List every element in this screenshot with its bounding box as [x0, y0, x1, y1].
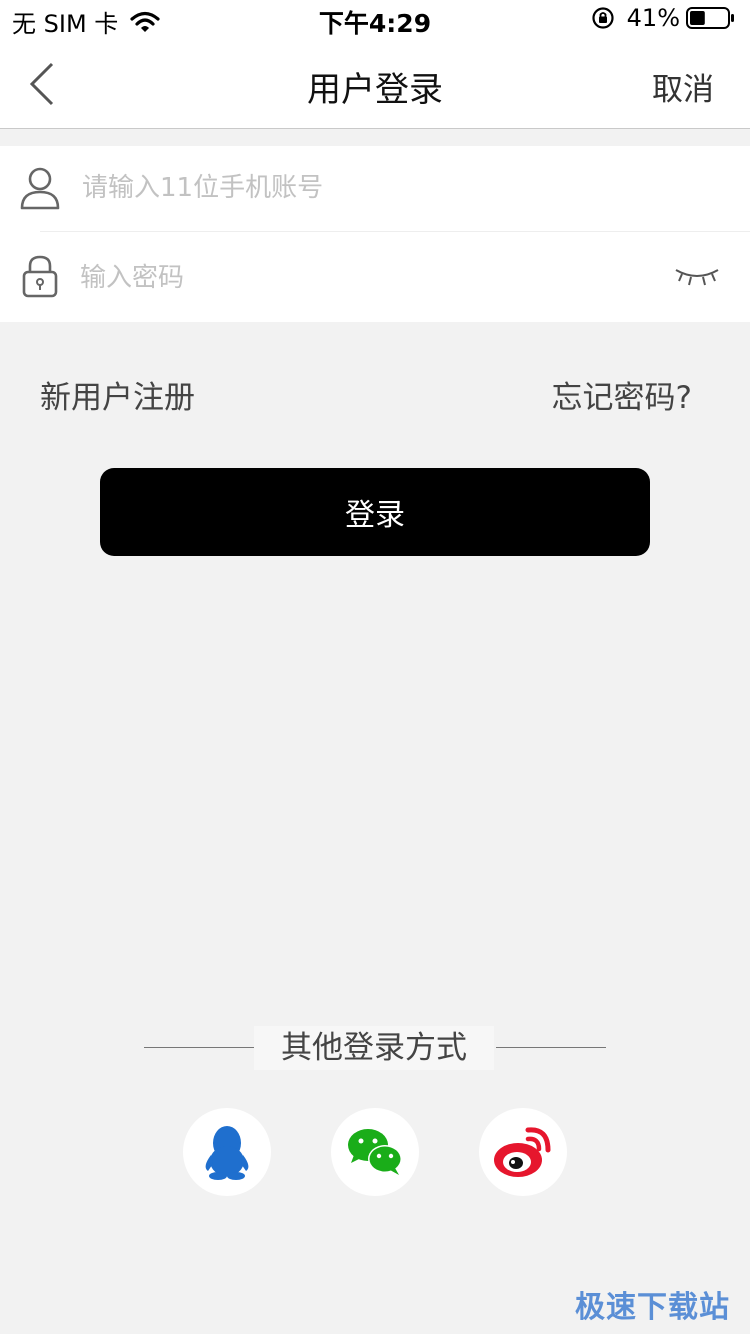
- login-button[interactable]: 登录: [100, 468, 650, 556]
- password-field: [0, 232, 750, 322]
- user-icon: [20, 167, 60, 210]
- login-form: [0, 146, 750, 322]
- wechat-login-button[interactable]: [331, 1108, 419, 1196]
- qq-icon: [205, 1126, 249, 1180]
- account-field: [0, 146, 750, 232]
- lock-icon: [22, 255, 58, 298]
- auth-links: 新用户注册 忘记密码?: [0, 372, 750, 422]
- register-link[interactable]: 新用户注册: [40, 372, 195, 417]
- divider-line-left: [144, 1047, 254, 1048]
- page-title: 用户登录: [307, 70, 443, 110]
- weibo-icon: [494, 1127, 551, 1177]
- watermark: 极速下载站: [575, 1290, 730, 1325]
- battery-icon: [686, 7, 734, 29]
- account-input[interactable]: [82, 164, 642, 212]
- status-right: 41%: [591, 4, 736, 32]
- other-login-header: 其他登录方式: [0, 1026, 750, 1070]
- divider-line-right: [496, 1047, 606, 1048]
- navigation-bar: 用户登录 取消: [0, 40, 750, 129]
- qq-login-button[interactable]: [183, 1108, 271, 1196]
- wechat-icon: [348, 1129, 402, 1175]
- orientation-lock-icon: [592, 7, 614, 29]
- forgot-password-link[interactable]: 忘记密码?: [552, 372, 692, 417]
- other-login-label: 其他登录方式: [254, 1026, 494, 1070]
- cancel-button[interactable]: 取消: [652, 64, 714, 109]
- weibo-login-button[interactable]: [479, 1108, 567, 1196]
- eye-closed-icon[interactable]: [674, 266, 720, 288]
- battery-percent: 41%: [626, 4, 680, 32]
- password-input[interactable]: [80, 254, 640, 302]
- status-bar: 无 SIM 卡 下午4:29 41%: [0, 0, 750, 40]
